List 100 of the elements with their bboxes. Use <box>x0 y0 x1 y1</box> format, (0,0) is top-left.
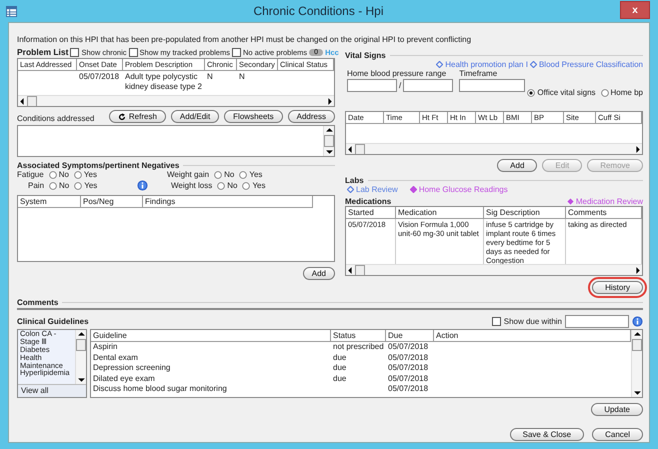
input-field[interactable] <box>459 79 526 92</box>
section-title: Problem List <box>17 47 68 57</box>
checkbox-label: Show due within <box>504 317 562 326</box>
checkbox[interactable] <box>70 48 80 56</box>
radio-button[interactable] <box>217 182 226 190</box>
column-header[interactable]: Action <box>434 330 631 342</box>
table-cell-text: 05/07/2018 <box>387 384 430 394</box>
input-field[interactable] <box>403 79 454 92</box>
checkbox[interactable] <box>128 48 138 56</box>
radio-button[interactable] <box>600 88 609 96</box>
column-header[interactable]: Status <box>331 330 386 342</box>
radio-button[interactable] <box>74 170 82 178</box>
action-button[interactable]: Refresh <box>108 110 166 123</box>
section-title: Medications <box>345 197 392 206</box>
radio-label: Yes <box>252 181 266 190</box>
symptom-label: Weight gain <box>167 170 210 179</box>
table-cell-text: due <box>332 363 348 374</box>
column-header[interactable]: Guideline <box>91 330 331 342</box>
table-cell-text: Dental exam <box>92 352 139 363</box>
checkbox[interactable] <box>232 48 241 56</box>
radio-button[interactable] <box>527 88 536 96</box>
footer-button[interactable]: Cancel <box>592 428 643 441</box>
link[interactable]: Blood Pressure Classification <box>538 60 643 69</box>
scroll-thumb[interactable] <box>355 144 365 154</box>
column-header[interactable]: Due <box>386 330 434 342</box>
column-header[interactable]: Medication <box>396 207 484 219</box>
table-cell-text: N <box>238 71 246 83</box>
info-icon[interactable] <box>632 316 643 327</box>
column-header[interactable]: Findings <box>143 196 313 208</box>
window-title: Chronic Conditions - Hpi <box>252 4 385 18</box>
action-button[interactable]: Add/Edit <box>170 110 220 123</box>
view-all-link[interactable]: View all <box>18 384 86 396</box>
table-cell-text: due <box>332 352 348 363</box>
radio-label: Yes <box>249 170 262 179</box>
scroll-thumb[interactable] <box>27 96 37 106</box>
section-title: Vital Signs <box>345 51 386 60</box>
radio-label: No <box>224 170 234 179</box>
table-cell-text: Dilated eye exam <box>92 374 156 384</box>
vertical-scrollbar[interactable] <box>323 126 334 156</box>
footer-button[interactable]: Save & Close <box>510 428 584 441</box>
close-button[interactable]: x <box>620 1 650 19</box>
column-header[interactable]: Comments <box>566 207 642 219</box>
radio-button[interactable] <box>49 182 58 190</box>
scroll-thumb[interactable] <box>355 264 365 275</box>
checkbox[interactable] <box>492 317 501 326</box>
radio-label: Yes <box>84 181 98 190</box>
section-title: Comments <box>17 298 58 307</box>
column-header[interactable]: Pos/Neg <box>81 196 143 208</box>
column-header[interactable]: Sig Description <box>484 207 566 219</box>
radio-button[interactable] <box>214 170 222 178</box>
horizontal-scrollbar[interactable] <box>18 95 334 106</box>
column-header[interactable]: Started <box>346 207 396 219</box>
table-cell-text: 05/07/2018 <box>387 352 430 363</box>
table-cell-text: Discuss home blood sugar monitoring <box>92 384 228 394</box>
scroll-thumb[interactable] <box>76 339 86 351</box>
radio-button[interactable] <box>74 182 82 190</box>
diamond-icon <box>530 61 537 68</box>
radio-button[interactable] <box>242 182 250 190</box>
table-cell-text: 05/07/2018 <box>387 363 430 374</box>
refresh-icon <box>118 112 126 120</box>
table-cell-text: 05/07/2018 <box>387 342 430 352</box>
horizontal-scrollbar[interactable] <box>346 264 642 275</box>
radio-label: Yes <box>84 170 97 179</box>
scroll-thumb[interactable] <box>324 135 334 147</box>
table-icon <box>6 6 17 16</box>
table-cell-text: due <box>332 374 348 384</box>
table-cell-text: not prescribed <box>332 342 385 352</box>
field-label: Timeframe <box>459 69 498 78</box>
field-label: Conditions addressed <box>17 114 94 123</box>
action-button[interactable]: Add <box>497 159 538 172</box>
horizontal-scrollbar[interactable] <box>346 143 642 154</box>
vertical-scrollbar[interactable] <box>631 330 642 397</box>
separator-text: / <box>399 81 402 90</box>
info-icon[interactable] <box>137 180 148 191</box>
radio-label: No <box>58 170 69 179</box>
table-cell-text: 05/07/2018 <box>387 374 430 384</box>
column-header[interactable]: System <box>18 196 81 208</box>
action-button[interactable]: Flowsheets <box>224 110 283 123</box>
table-cell-text: Aspirin <box>92 342 118 352</box>
field-label: Home blood pressure range <box>347 69 448 78</box>
vertical-scrollbar[interactable] <box>75 330 86 384</box>
symptom-label: Weight loss <box>171 181 212 190</box>
input-field[interactable] <box>347 79 397 92</box>
link[interactable]: Health promotion plan I <box>445 60 528 69</box>
table-cell-text: Depression screening <box>92 363 172 374</box>
section-title: Clinical Guidelines <box>17 317 89 326</box>
diamond-icon <box>436 61 444 68</box>
symptom-label: Pain <box>28 181 44 190</box>
input-field[interactable] <box>565 315 629 328</box>
symptom-label: Fatigue <box>17 170 44 179</box>
notice-text: Information on this HPI that has been pre-populated from another HPI must be changed on the original HPI to prevent conflicting <box>17 35 472 44</box>
add-button[interactable]: Add <box>302 267 335 280</box>
section-title: Associated Symptoms/pertinent Negatives <box>17 161 180 170</box>
scroll-thumb[interactable] <box>632 339 642 351</box>
radio-button[interactable] <box>48 170 57 178</box>
radio-label: Office vital signs <box>537 88 596 97</box>
action-button[interactable]: Address <box>288 110 335 123</box>
section-title: Labs <box>345 176 364 185</box>
update-button[interactable]: Update <box>591 403 643 416</box>
radio-button[interactable] <box>239 170 248 178</box>
